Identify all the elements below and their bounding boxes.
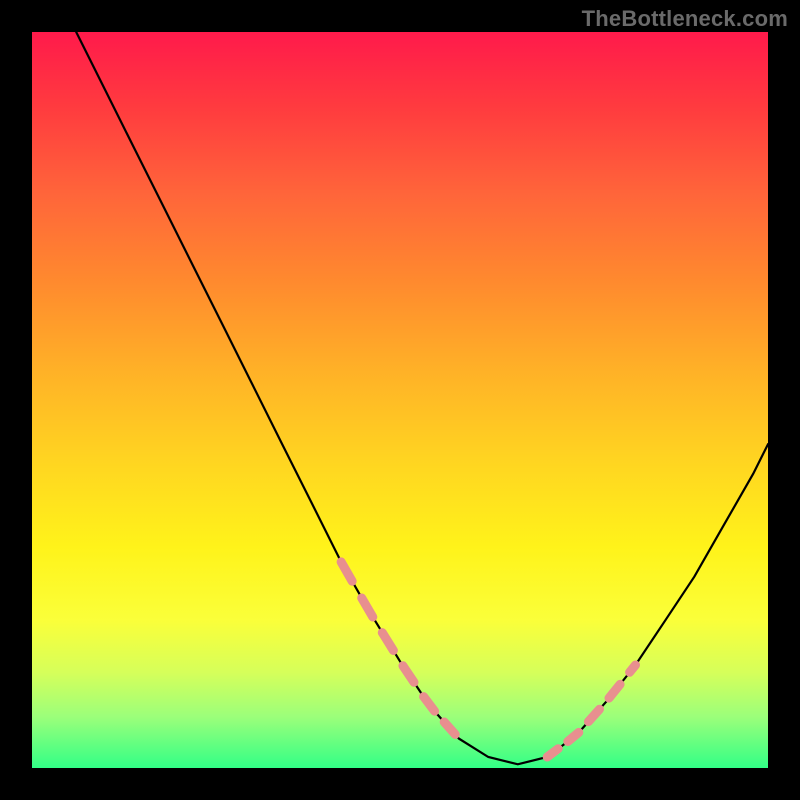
highlight-right <box>547 665 635 757</box>
watermark-text: TheBottleneck.com <box>582 6 788 32</box>
bottleneck-curve <box>76 32 768 764</box>
plot-area <box>32 32 768 768</box>
highlight-left <box>341 562 455 735</box>
chart-frame: TheBottleneck.com <box>0 0 800 800</box>
curve-svg <box>32 32 768 768</box>
